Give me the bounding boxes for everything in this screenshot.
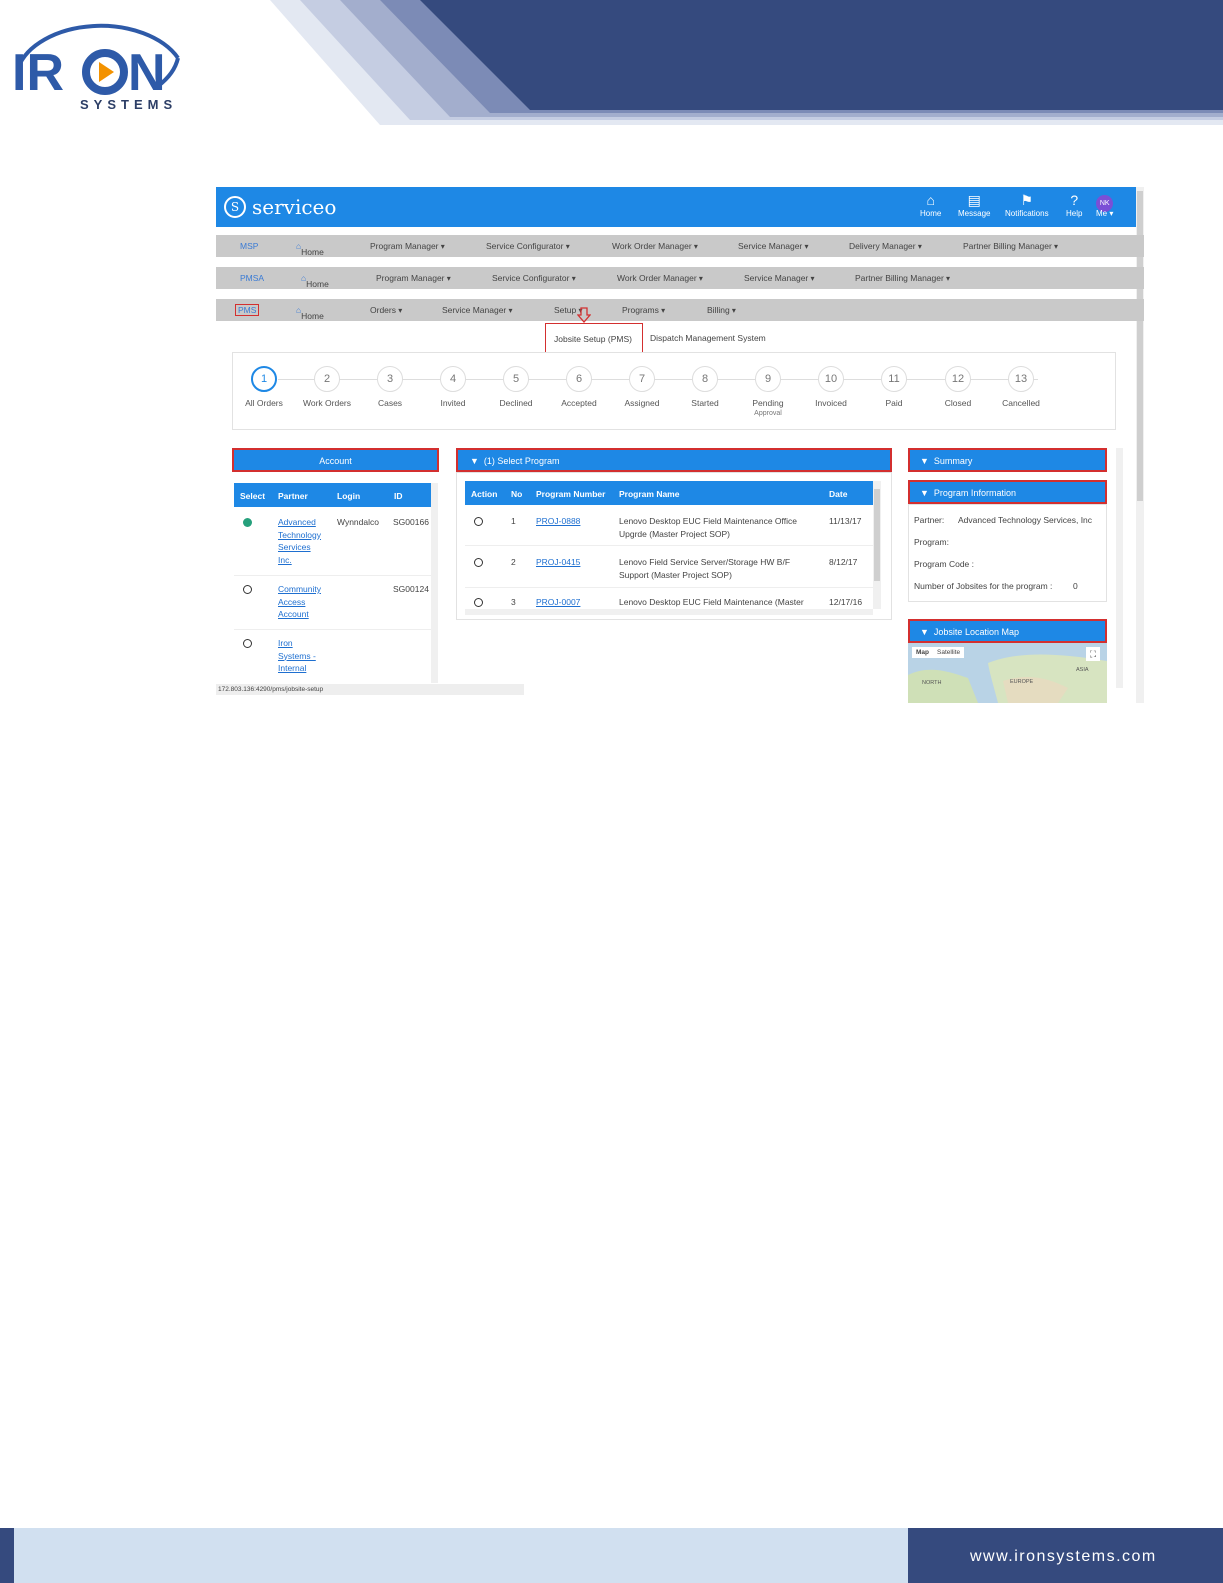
fullscreen-icon[interactable]: ⛶	[1086, 647, 1100, 661]
account-radio-1[interactable]	[243, 518, 252, 527]
setup-dropdown-jobsite[interactable]: Jobsite Setup (PMS)	[545, 323, 643, 353]
program-scrollbar-thumb[interactable]	[874, 489, 880, 581]
nav-pmsa-item[interactable]: Service Manager	[744, 273, 815, 283]
nav-pms: PMS ⌂ Home Orders Service Manager Setup …	[216, 299, 1144, 321]
program-radio-3[interactable]	[474, 598, 483, 607]
step-assigned[interactable]: 7 Assigned	[607, 366, 677, 408]
brand[interactable]: S serviceo	[224, 195, 336, 219]
nav-msp-item[interactable]: Partner Billing Manager	[963, 241, 1058, 251]
program-number-1[interactable]: PROJ-0888	[536, 515, 580, 528]
page-footer: www.ironsystems.com	[0, 1528, 1223, 1583]
account-login-1: Wynndalco	[337, 517, 379, 527]
account-partner-1[interactable]: Advanced Technology Services Inc.	[278, 516, 321, 566]
top-me[interactable]: NK Me	[1096, 192, 1113, 218]
step-pending[interactable]: 9 Pending Approval	[733, 366, 803, 417]
account-radio-3[interactable]	[243, 639, 252, 648]
help-icon: ?	[1070, 192, 1079, 208]
step-declined[interactable]: 5 Declined	[481, 366, 551, 408]
step-closed[interactable]: 12 Closed	[923, 366, 993, 408]
top-message[interactable]: ▤ Message	[958, 192, 990, 218]
nav-pms-programs[interactable]: Programs	[622, 305, 665, 315]
account-radio-2[interactable]	[243, 585, 252, 594]
map-type-toggle[interactable]: Map Satellite	[912, 647, 965, 658]
program-info-body: Partner: Advanced Technology Services, I…	[908, 504, 1107, 602]
step-paid[interactable]: 11 Paid	[859, 366, 929, 408]
nav-msp-item[interactable]: Delivery Manager	[849, 241, 922, 251]
top-notifications[interactable]: ⚑ Notifications	[1005, 192, 1049, 218]
step-cancelled[interactable]: 13 Cancelled	[986, 366, 1056, 408]
brand-name: serviceo	[252, 195, 337, 219]
nav-pms-service-manager[interactable]: Service Manager	[442, 305, 513, 315]
top-help[interactable]: ? Help	[1066, 192, 1082, 218]
nav-msp-item[interactable]: Service Configurator	[486, 241, 570, 251]
document-page: IR N SYSTEMS S serviceo ⌂ Home ▤ Message…	[0, 0, 1223, 1583]
account-scrollbar[interactable]	[431, 483, 438, 683]
program-name-3: Lenovo Desktop EUC Field Maintenance (Ma…	[619, 597, 804, 607]
nav-msp-home[interactable]: ⌂ Home	[296, 241, 324, 257]
bell-icon: ⚑	[1020, 192, 1034, 208]
app-topbar: S serviceo ⌂ Home ▤ Message ⚑ Notificati…	[216, 187, 1144, 227]
nav-pms-label[interactable]: PMS	[234, 304, 260, 316]
nav-pmsa-item[interactable]: Service Configurator	[492, 273, 576, 283]
step-started[interactable]: 8 Started	[670, 366, 740, 408]
program-radio-1[interactable]	[474, 517, 483, 526]
program-name-2: Lenovo Field Service Server/Storage HW B…	[619, 557, 791, 580]
program-radio-2[interactable]	[474, 558, 483, 567]
right-scrollbar[interactable]	[1116, 448, 1123, 688]
nav-pmsa-item[interactable]: Program Manager	[376, 273, 451, 283]
top-home[interactable]: ⌂ Home	[920, 192, 941, 218]
program-panel-header[interactable]: ▼ (1) Select Program	[456, 448, 892, 472]
order-status-steps: 1 All Orders 2 Work Orders 3 Cases 4 Invited…	[232, 352, 1116, 430]
nav-msp-item[interactable]: Service Manager	[738, 241, 809, 251]
program-name-1: Lenovo Desktop EUC Field Maintenance Off…	[619, 516, 797, 539]
summary-panel-header[interactable]: ▼ Summary	[908, 448, 1107, 472]
map-panel-header[interactable]: ▼ Jobsite Location Map	[908, 619, 1107, 643]
nav-msp-item[interactable]: Program Manager	[370, 241, 445, 251]
home-icon: ⌂	[926, 192, 935, 208]
account-id-2: SG00124	[393, 584, 429, 594]
nav-pms-orders[interactable]: Orders	[370, 305, 402, 315]
app-screenshot: S serviceo ⌂ Home ▤ Message ⚑ Notificati…	[216, 187, 1150, 703]
nav-msp-item[interactable]: Work Order Manager	[612, 241, 698, 251]
nav-pmsa-label[interactable]: PMSA	[240, 273, 264, 283]
nav-pmsa-item[interactable]: Work Order Manager	[617, 273, 703, 283]
status-bar-url: 172.803.136:4290/pms/jobsite-setup	[216, 684, 524, 695]
step-invited[interactable]: 4 Invited	[418, 366, 488, 408]
nav-pmsa-home[interactable]: ⌂ Home	[301, 273, 329, 289]
program-hscrollbar[interactable]	[465, 609, 873, 615]
footer-url: www.ironsystems.com	[970, 1548, 1157, 1565]
program-info-header[interactable]: ▼ Program Information	[908, 480, 1107, 504]
nav-pmsa-item[interactable]: Partner Billing Manager	[855, 273, 950, 283]
logo-tagline: SYSTEMS	[80, 97, 178, 112]
program-table-header: Action No Program Number Program Name Da…	[465, 481, 873, 505]
nav-pms-home[interactable]: ⌂ Home	[296, 305, 324, 321]
account-table-header: Select Partner Login ID	[234, 483, 431, 507]
step-all-orders[interactable]: 1 All Orders	[229, 366, 299, 408]
down-arrow-icon	[577, 307, 591, 323]
nav-pms-billing[interactable]: Billing	[707, 305, 736, 315]
nav-msp-label[interactable]: MSP	[240, 241, 258, 251]
step-work-orders[interactable]: 2 Work Orders	[292, 366, 362, 408]
step-cases[interactable]: 3 Cases	[355, 366, 425, 408]
setup-dropdown-dispatch[interactable]: Dispatch Management System	[650, 333, 766, 343]
nav-pmsa: PMSA ⌂ Home Program Manager Service Conf…	[216, 267, 1144, 289]
svg-text:IR: IR	[12, 44, 64, 102]
step-accepted[interactable]: 6 Accepted	[544, 366, 614, 408]
message-icon: ▤	[967, 192, 981, 208]
program-number-2[interactable]: PROJ-0415	[536, 556, 580, 569]
step-invoiced[interactable]: 10 Invoiced	[796, 366, 866, 408]
program-number-3[interactable]: PROJ-0007	[536, 596, 580, 609]
account-panel-header: Account	[232, 448, 439, 472]
account-partner-3[interactable]: Iron Systems - Internal	[278, 637, 316, 675]
jobsite-map[interactable]: Map Satellite ⛶ ASIA EUROPE NORTH	[908, 643, 1107, 703]
serviceo-logo-icon: S	[224, 196, 246, 218]
account-partner-2[interactable]: Community Access Account	[278, 583, 321, 621]
svg-text:N: N	[128, 44, 166, 102]
nav-msp: MSP ⌂ Home Program Manager Service Confi…	[216, 235, 1144, 257]
account-id-1: SG00166	[393, 517, 429, 527]
